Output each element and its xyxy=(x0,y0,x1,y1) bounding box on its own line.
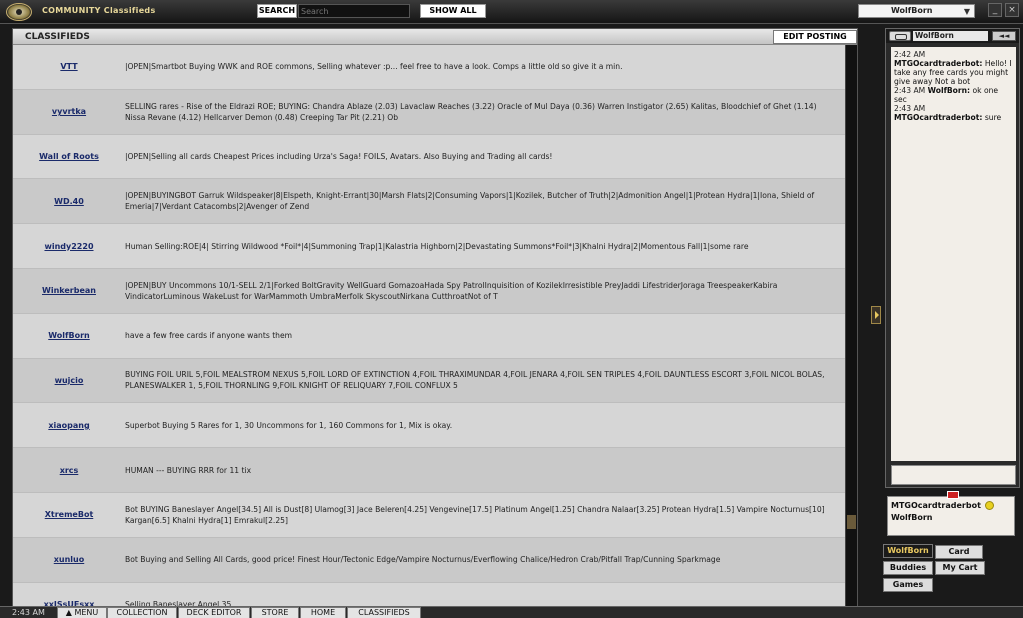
app-title: COMMUNITY Classifieds xyxy=(42,6,156,15)
tab-home[interactable]: HOME xyxy=(300,607,346,618)
row-message: HUMAN --- BUYING RRR for 11 tix xyxy=(125,465,252,475)
chat-panel: WolfBorn ◄◄ 2:42 AM MTGOcardtraderbot: H… xyxy=(885,28,1020,488)
bottom-bar: 2:43 AM ▲ MENU COLLECTION DECK EDITOR ST… xyxy=(0,606,1023,618)
tab-card[interactable]: Card xyxy=(935,545,983,559)
tab-store[interactable]: STORE xyxy=(251,607,299,618)
row-message: |OPEN|Smartbot Buying WWK and ROE common… xyxy=(125,62,623,72)
table-row[interactable]: WD.40 |OPEN|BUYINGBOT Garruk Wildspeaker|… xyxy=(13,179,845,225)
row-user-link[interactable]: Wall of Roots xyxy=(13,152,125,161)
row-user-link[interactable]: vyvrtka xyxy=(13,107,125,116)
chat-name: MTGOcardtraderbot: xyxy=(894,113,983,122)
scrollbar[interactable] xyxy=(845,45,857,607)
row-user-link[interactable]: wujcio xyxy=(13,376,125,385)
tab-collection[interactable]: COLLECTION xyxy=(107,607,177,618)
search-input[interactable] xyxy=(298,4,410,18)
table-row[interactable]: xrcs HUMAN --- BUYING RRR for 11 tix xyxy=(13,448,845,493)
table-row[interactable]: XtremeBot Bot BUYING Baneslayer Angel[34.… xyxy=(13,492,845,538)
table-row[interactable]: Wall of Roots |OPEN|Selling all cards Che… xyxy=(13,134,845,180)
row-user-link[interactable]: Winkerbean xyxy=(13,286,125,295)
chat-toggle-icon[interactable] xyxy=(889,31,911,41)
participant-item[interactable]: MTGOcardtraderbot xyxy=(891,500,1011,512)
row-message: SELLING rares - Rise of the Eldrazi ROE;… xyxy=(125,101,817,122)
row-message: have a few free cards if anyone wants th… xyxy=(125,331,293,341)
table-row[interactable]: xiaopang Superbot Buying 5 Rares for 1, 3… xyxy=(13,403,845,449)
tab-classifieds[interactable]: CLASSIFIEDS xyxy=(347,607,421,618)
chat-log: 2:42 AM MTGOcardtraderbot: Hello! I take… xyxy=(891,47,1016,461)
classifieds-panel: CLASSIFIEDS EDIT POSTING VTT |OPEN|Smartb… xyxy=(12,28,858,607)
chat-message: 2:43 AM WolfBorn: ok one sec xyxy=(894,86,1013,104)
table-row[interactable]: vyvrtka SELLING rares - Rise of the Eldra… xyxy=(13,89,845,135)
row-message: BUYING FOIL URIL 5,FOIL MEALSTROM NEXUS … xyxy=(125,370,825,391)
table-row[interactable]: WolfBorn have a few free cards if anyone … xyxy=(13,313,845,359)
chevron-down-icon: ▼ xyxy=(963,7,970,16)
row-user-link[interactable]: WD.40 xyxy=(13,197,125,206)
chat-time: 2:42 AM xyxy=(894,50,926,59)
chat-time: 2:43 AM xyxy=(894,104,926,113)
table-row[interactable]: wujcio BUYING FOIL URIL 5,FOIL MEALSTROM … xyxy=(13,358,845,404)
chat-text: sure xyxy=(984,113,1002,122)
table-row[interactable]: windy2220 Human Selling:ROE|4| Stirring W… xyxy=(13,224,845,269)
tab-my-cart[interactable]: My Cart xyxy=(935,561,985,575)
user-select-dropdown[interactable]: WolfBorn ▼ xyxy=(858,4,975,18)
row-message: |OPEN|BUYINGBOT Garruk Wildspeaker|8|Els… xyxy=(125,191,815,212)
classifieds-title: CLASSIFIEDS xyxy=(25,32,90,42)
clock: 2:43 AM xyxy=(12,608,45,617)
participant-item[interactable]: WolfBorn xyxy=(891,512,1011,524)
chat-message: MTGOcardtraderbot: sure xyxy=(894,113,1013,122)
tab-menu[interactable]: ▲ MENU xyxy=(57,607,107,618)
user-select-value: WolfBorn xyxy=(891,6,933,15)
show-all-button[interactable]: SHOW ALL xyxy=(420,4,486,18)
row-user-link[interactable]: VTT xyxy=(13,62,125,71)
row-user-link[interactable]: xiaopang xyxy=(13,421,125,430)
table-row[interactable]: xunluo Bot Buying and Selling All Cards, … xyxy=(13,537,845,583)
search-button[interactable]: SEARCH xyxy=(257,4,297,18)
app-logo-icon[interactable] xyxy=(6,3,32,21)
notification-icon xyxy=(947,491,959,499)
chat-participants: MTGOcardtraderbot WolfBorn xyxy=(887,491,1015,536)
chat-time: 2:43 AM xyxy=(894,86,926,95)
fast-rewind-icon[interactable]: ◄◄ xyxy=(992,31,1016,41)
row-message: Bot BUYING Baneslayer Angel[34.5] All is… xyxy=(125,504,825,525)
row-user-link[interactable]: windy2220 xyxy=(13,242,125,251)
row-message: Superbot Buying 5 Rares for 1, 30 Uncomm… xyxy=(125,420,453,430)
chat-input[interactable] xyxy=(891,465,1016,485)
tab-buddies[interactable]: Buddies xyxy=(883,561,933,575)
scrollbar-thumb[interactable] xyxy=(847,515,856,529)
row-user-link[interactable]: xunluo xyxy=(13,555,125,564)
top-bar: COMMUNITY Classifieds SEARCH SHOW ALL Wo… xyxy=(0,0,1023,24)
tab-games[interactable]: Games xyxy=(883,578,933,592)
table-row[interactable]: VTT |OPEN|Smartbot Buying WWK and ROE com… xyxy=(13,45,845,90)
row-message: Bot Buying and Selling All Cards, good p… xyxy=(125,555,721,565)
row-message: |OPEN|BUY Uncommons 10/1-SELL 2/1|Forked… xyxy=(125,280,778,301)
table-row[interactable]: Winkerbean |OPEN|BUY Uncommons 10/1-SELL … xyxy=(13,268,845,314)
row-user-link[interactable]: xrcs xyxy=(13,466,125,475)
row-user-link[interactable]: XtremeBot xyxy=(13,510,125,519)
chat-name: WolfBorn: xyxy=(927,86,971,95)
minimize-button[interactable]: _ xyxy=(988,3,1002,17)
tab-deck-editor[interactable]: DECK EDITOR xyxy=(178,607,250,618)
smiley-icon xyxy=(984,501,994,510)
row-user-link[interactable]: WolfBorn xyxy=(13,331,125,340)
edit-posting-button[interactable]: EDIT POSTING xyxy=(773,30,857,44)
chat-name: MTGOcardtraderbot: xyxy=(894,59,983,68)
tab-wolfborn[interactable]: WolfBorn xyxy=(883,544,933,558)
chat-header: WolfBorn ◄◄ xyxy=(886,29,1019,43)
chat-message: 2:43 AM xyxy=(894,104,1013,113)
close-button[interactable]: × xyxy=(1005,3,1019,17)
table-row[interactable]: xxISsUEsxx Selling Baneslayer Angel 35 xyxy=(13,582,845,607)
chat-message: 2:42 AM xyxy=(894,50,1013,59)
row-message: |OPEN|Selling all cards Cheapest Prices … xyxy=(125,151,553,161)
classifieds-header: CLASSIFIEDS EDIT POSTING xyxy=(13,29,857,45)
chat-user-name: WolfBorn xyxy=(913,31,988,41)
collapse-arrow-icon[interactable] xyxy=(871,306,881,324)
chat-message: MTGOcardtraderbot: Hello! I take any fre… xyxy=(894,59,1013,86)
row-message: Human Selling:ROE|4| Stirring Wildwood *… xyxy=(125,241,749,251)
classifieds-list: VTT |OPEN|Smartbot Buying WWK and ROE com… xyxy=(13,45,845,607)
